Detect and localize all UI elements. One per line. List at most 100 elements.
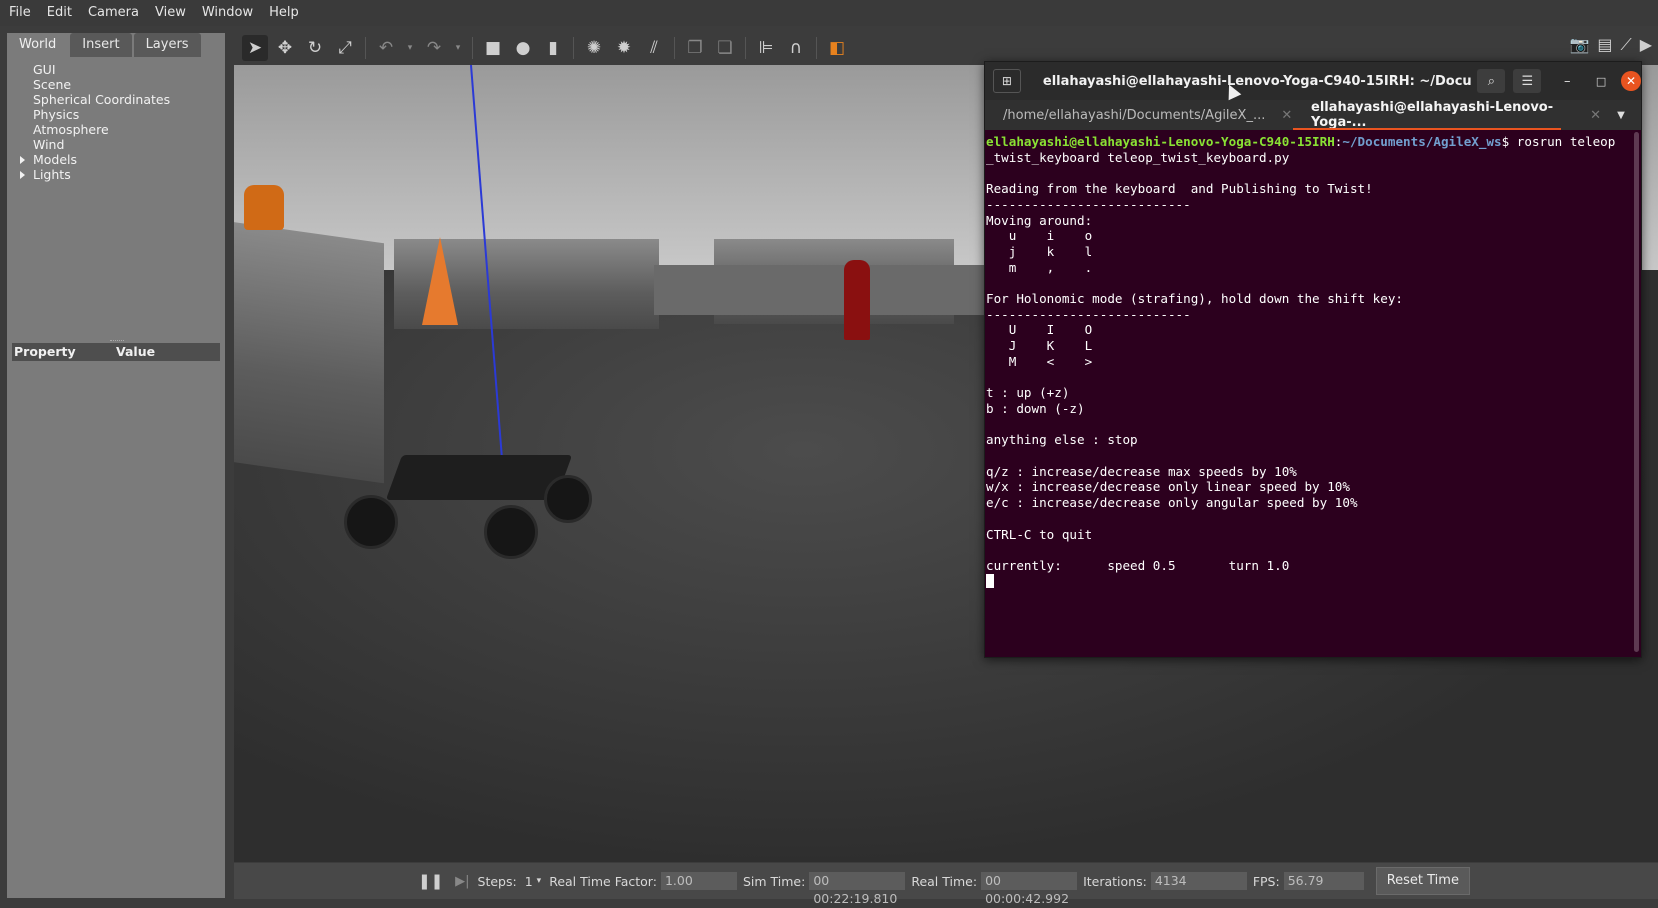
iterations-label: Iterations:	[1083, 873, 1147, 889]
toolbar-separator	[472, 37, 473, 59]
expand-arrow-icon[interactable]	[20, 156, 25, 164]
menu-file[interactable]: File	[0, 0, 39, 26]
terminal-output[interactable]: ellahayashi@ellahayashi-Lenovo-Yoga-C940…	[986, 134, 1626, 654]
toolbar-separator	[745, 37, 746, 59]
panel-splitter-handle[interactable]	[110, 340, 124, 342]
directional-light-icon[interactable]: ⫽	[641, 35, 667, 61]
toolbar-separator	[816, 37, 817, 59]
tree-item-atmosphere[interactable]: Atmosphere	[12, 122, 170, 137]
terminal-window[interactable]: ⊞ ellahayashi@ellahayashi-Lenovo-Yoga-C9…	[984, 61, 1642, 658]
minimize-icon[interactable]: –	[1553, 69, 1581, 93]
toolbar-right: 📷 ▤ ⟋ ▶	[1569, 35, 1652, 55]
reset-time-button[interactable]: Reset Time	[1375, 867, 1470, 895]
real-time-factor-label: Real Time Factor:	[549, 873, 657, 889]
tree-item-gui[interactable]: GUI	[12, 62, 170, 77]
traffic-cone	[422, 237, 458, 325]
tree-item-spherical-coordinates[interactable]: Spherical Coordinates	[12, 92, 170, 107]
change-view-icon[interactable]: ◧	[824, 35, 850, 61]
menu-edit[interactable]: Edit	[39, 0, 80, 26]
terminal-line: j k l	[986, 243, 1093, 259]
terminal-line: b : down (-z)	[986, 400, 1085, 416]
tree-item-label: Lights	[33, 167, 71, 182]
log-icon[interactable]: ▤	[1597, 35, 1612, 55]
undo-dropdown-icon[interactable]: ▾	[403, 35, 417, 61]
terminal-tab-2[interactable]: ellahayashi@ellahayashi-Lenovo-Yoga-... …	[1293, 100, 1601, 130]
record-icon[interactable]: ▶	[1640, 35, 1652, 55]
menu-window[interactable]: Window	[194, 0, 261, 26]
screenshot-icon[interactable]: 📷	[1569, 35, 1589, 55]
terminal-line: _twist_keyboard teleop_twist_keyboard.py	[986, 149, 1290, 165]
robot-wheel	[484, 505, 538, 559]
new-tab-icon[interactable]: ⊞	[993, 69, 1021, 93]
tree-item-scene[interactable]: Scene	[12, 77, 170, 92]
terminal-tabs: /home/ellahayashi/Documents/AgileX_... ✕…	[985, 100, 1641, 130]
spot-light-icon[interactable]: ✹	[611, 35, 637, 61]
redo-icon[interactable]: ↷	[421, 35, 447, 61]
tree-item-label: Models	[33, 152, 78, 167]
robot-wheel	[544, 475, 592, 523]
copy-icon[interactable]: ❐	[682, 35, 708, 61]
steps-dropdown-icon[interactable]: ▾	[537, 876, 542, 886]
undo-icon[interactable]: ↶	[373, 35, 399, 61]
status-bar: ❚❚ ▶| Steps: 1 ▾ Real Time Factor: 1.00 …	[234, 863, 1658, 906]
cylinder-icon[interactable]: ▮	[540, 35, 566, 61]
redo-dropdown-icon[interactable]: ▾	[451, 35, 465, 61]
pause-icon[interactable]: ❚❚	[418, 872, 443, 890]
align-icon[interactable]: ⊫	[753, 35, 779, 61]
close-tab-icon[interactable]: ✕	[1590, 108, 1601, 123]
expand-arrow-icon[interactable]	[20, 171, 25, 179]
terminal-titlebar[interactable]: ⊞ ellahayashi@ellahayashi-Lenovo-Yoga-C9…	[985, 62, 1641, 100]
steps-spinbox[interactable]: 1	[525, 874, 533, 889]
toolbar: ➤ ✥ ↻ ⤢ ↶ ▾ ↷ ▾ ■ ● ▮ ✺ ✹ ⫽ ❐ ❏ ⊫ ∩ ◧	[234, 33, 1658, 63]
scale-icon[interactable]: ⤢	[332, 35, 358, 61]
terminal-line: w/x : increase/decrease only linear spee…	[986, 479, 1350, 495]
snap-icon[interactable]: ∩	[783, 35, 809, 61]
tree-item-lights[interactable]: Lights	[12, 167, 170, 182]
select-arrow-icon[interactable]: ➤	[242, 35, 268, 61]
hamburger-menu-icon[interactable]: ☰	[1513, 69, 1542, 93]
menu-camera[interactable]: Camera	[80, 0, 147, 26]
terminal-line: e/c : increase/decrease only angular spe…	[986, 495, 1358, 511]
real-time-label: Real Time:	[911, 873, 978, 889]
robot-model[interactable]	[344, 450, 604, 560]
toolbar-separator	[365, 37, 366, 59]
terminal-line: For Holonomic mode (strafing), hold down…	[986, 291, 1404, 307]
sphere-icon[interactable]: ●	[510, 35, 536, 61]
rotate-icon[interactable]: ↻	[302, 35, 328, 61]
maximize-icon[interactable]: □	[1587, 69, 1615, 93]
tree-item-physics[interactable]: Physics	[12, 107, 170, 122]
terminal-scrollbar[interactable]	[1634, 132, 1639, 652]
close-icon[interactable]: ✕	[1621, 71, 1641, 91]
menu-help[interactable]: Help	[261, 0, 307, 26]
terminal-tab-1[interactable]: /home/ellahayashi/Documents/AgileX_... ✕	[985, 100, 1293, 130]
sim-time-label: Sim Time:	[742, 873, 806, 889]
fps-value: 56.79	[1283, 872, 1364, 890]
iterations-value: 4134	[1150, 872, 1247, 890]
plot-icon[interactable]: ⟋	[1620, 35, 1631, 55]
terminal-line: U I O	[986, 322, 1093, 338]
tree-item-wind[interactable]: Wind	[12, 137, 170, 152]
prompt-command: $ rosrun teleop	[1501, 134, 1616, 149]
tab-layers[interactable]: Layers	[133, 33, 201, 57]
translate-icon[interactable]: ✥	[272, 35, 298, 61]
toolbar-separator	[674, 37, 675, 59]
tree-item-models[interactable]: Models	[12, 152, 170, 167]
menu-view[interactable]: View	[147, 0, 194, 26]
tabs-dropdown-icon[interactable]: ▼	[1601, 100, 1641, 130]
close-tab-icon[interactable]: ✕	[1281, 108, 1292, 123]
box-icon[interactable]: ■	[480, 35, 506, 61]
tab-insert[interactable]: Insert	[70, 33, 132, 57]
tab-world[interactable]: World	[7, 33, 69, 57]
search-icon[interactable]: ⌕	[1477, 69, 1506, 93]
toolbar-separator	[573, 37, 574, 59]
prompt-user: ellahayashi@ellahayashi-Lenovo-Yoga-C940…	[986, 134, 1335, 149]
terminal-lines: _twist_keyboard teleop_twist_keyboard.py…	[986, 150, 1626, 574]
point-light-icon[interactable]: ✺	[581, 35, 607, 61]
terminal-line: q/z : increase/decrease max speeds by 10…	[986, 463, 1297, 479]
terminal-line: m , .	[986, 259, 1093, 275]
paste-icon[interactable]: ❏	[712, 35, 738, 61]
step-icon[interactable]: ▶|	[455, 874, 469, 889]
